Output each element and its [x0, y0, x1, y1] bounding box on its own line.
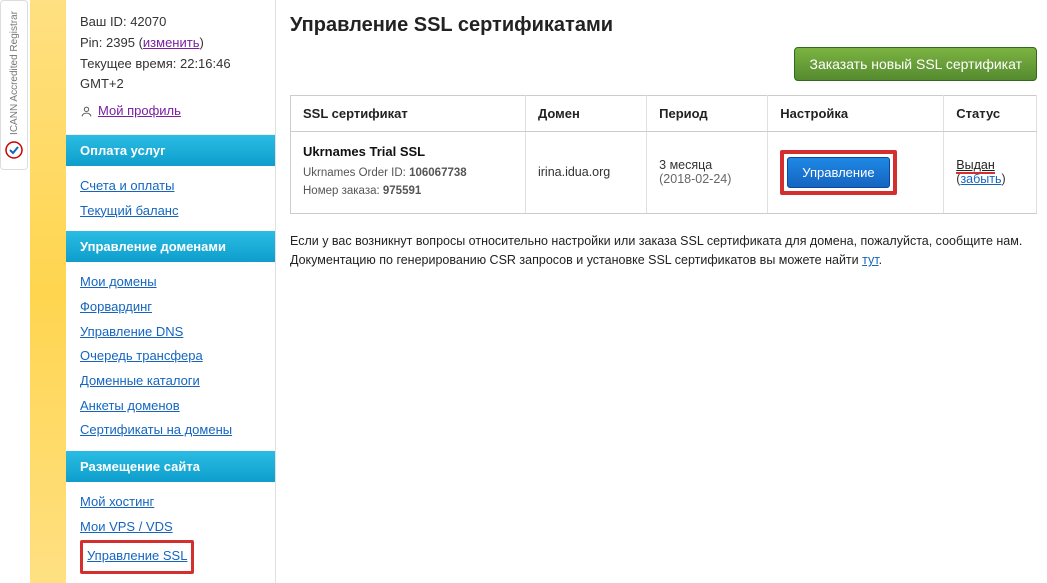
footnote: Если у вас возникнут вопросы относительн… — [290, 232, 1037, 271]
icann-badge: ICANN Accredited Registrar — [0, 0, 28, 170]
cell-period: 3 месяца (2018-02-24) — [647, 132, 768, 214]
sidebar-item-transfer-queue[interactable]: Очередь трансфера — [80, 344, 261, 369]
section-domains: Управление доменами — [66, 231, 275, 262]
cert-name: Ukrnames Trial SSL — [303, 144, 513, 159]
th-period: Период — [647, 96, 768, 132]
th-settings: Настройка — [768, 96, 944, 132]
sidebar-item-domain-certs[interactable]: Сертификаты на домены — [80, 418, 261, 443]
manage-button[interactable]: Управление — [787, 157, 889, 188]
sidebar: Ваш ID: 42070 Pin: 2395 (изменить) Текущ… — [66, 0, 276, 583]
page-title: Управление SSL сертификатами — [290, 14, 1037, 37]
table-row: Ukrnames Trial SSL Ukrnames Order ID: 10… — [291, 132, 1037, 214]
sidebar-item-my-hosting[interactable]: Мой хостинг — [80, 490, 261, 515]
account-info: Ваш ID: 42070 Pin: 2395 (изменить) Текущ… — [66, 0, 275, 135]
section-payment: Оплата услуг — [66, 135, 275, 166]
icann-check-icon — [5, 141, 23, 159]
order-ssl-button[interactable]: Заказать новый SSL сертификат — [794, 47, 1037, 81]
th-status: Статус — [944, 96, 1037, 132]
sidebar-item-my-domains[interactable]: Мои домены — [80, 270, 261, 295]
status-issued: Выдан — [956, 158, 994, 172]
change-pin-link[interactable]: изменить — [143, 35, 200, 50]
user-icon — [80, 105, 93, 118]
th-domain: Домен — [525, 96, 646, 132]
docs-link[interactable]: тут — [862, 253, 878, 267]
forget-link[interactable]: забыть — [960, 172, 1001, 186]
section-hosting: Размещение сайта — [66, 451, 275, 482]
sidebar-item-vps[interactable]: Мои VPS / VDS — [80, 515, 261, 540]
sidebar-item-forwarding[interactable]: Форвардинг — [80, 295, 261, 320]
ssl-cert-table: SSL сертификат Домен Период Настройка Ст… — [290, 95, 1037, 214]
sidebar-item-domain-profiles[interactable]: Анкеты доменов — [80, 394, 261, 419]
sidebar-item-domain-catalogs[interactable]: Доменные каталоги — [80, 369, 261, 394]
cell-domain: irina.idua.org — [525, 132, 646, 214]
th-cert: SSL сертификат — [291, 96, 526, 132]
sidebar-item-balance[interactable]: Текущий баланс — [80, 199, 261, 224]
profile-link[interactable]: Мой профиль — [98, 101, 181, 122]
sidebar-item-dns[interactable]: Управление DNS — [80, 320, 261, 345]
main-content: Управление SSL сертификатами Заказать но… — [290, 0, 1037, 271]
decorative-stripe — [30, 0, 66, 583]
sidebar-item-ssl[interactable]: Управление SSL — [87, 544, 187, 569]
sidebar-item-invoices[interactable]: Счета и оплаты — [80, 174, 261, 199]
